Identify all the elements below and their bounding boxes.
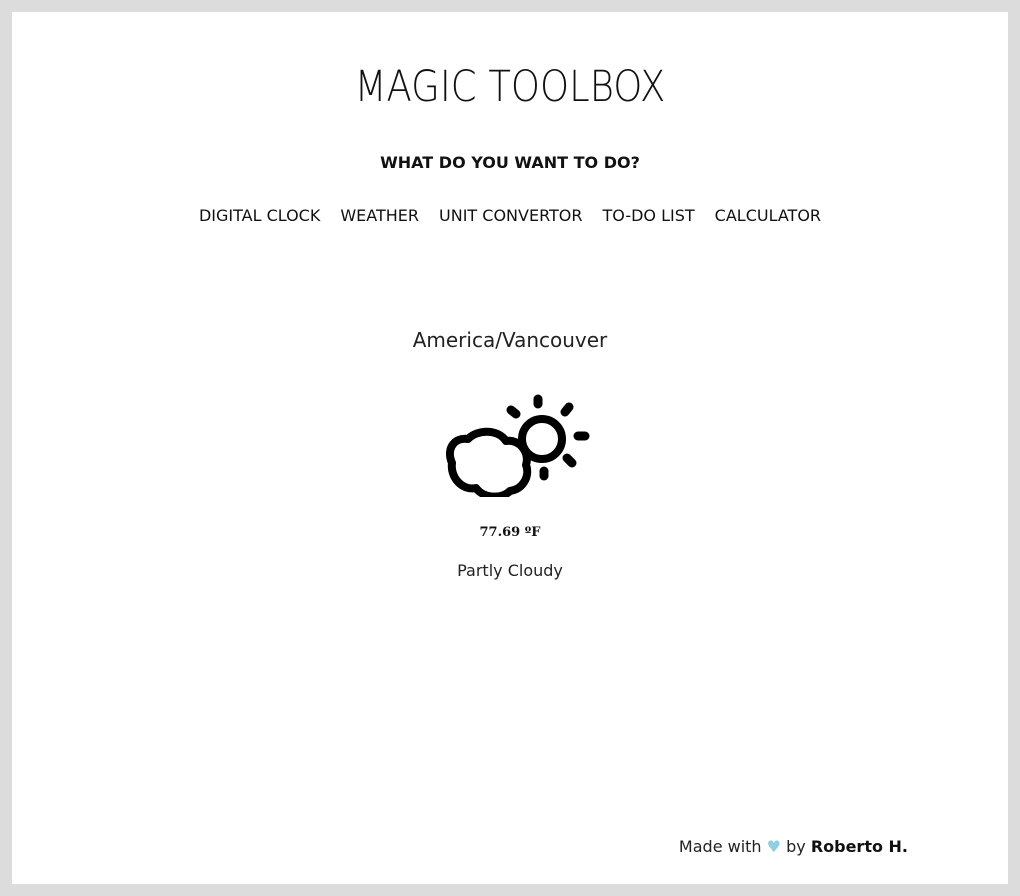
page-panel: MAGIC TOOLBOX WHAT DO YOU WANT TO DO? DI… [12,12,1008,884]
footer-made-with: Made with [678,837,762,856]
nav-todo-list[interactable]: TO-DO LIST [603,206,695,225]
nav-digital-clock[interactable]: DIGITAL CLOCK [199,206,320,225]
nav-weather[interactable]: WEATHER [340,206,419,225]
temperature-readout: 77.69 ºF [479,525,541,540]
footer-credit: Made with ♥ by Roberto H. [679,837,908,856]
weather-condition: Partly Cloudy [457,561,563,580]
author-name[interactable]: Roberto H. [811,837,908,856]
heart-icon: ♥ [766,837,781,856]
partly-cloudy-icon [446,394,590,497]
tool-prompt: WHAT DO YOU WANT TO DO? [380,153,640,172]
tool-nav: DIGITAL CLOCK WEATHER UNIT CONVERTOR TO-… [12,206,1008,225]
page-title: MAGIC TOOLBOX [354,62,666,112]
footer-by: by [786,837,806,856]
nav-calculator[interactable]: CALCULATOR [715,206,821,225]
nav-unit-convertor[interactable]: UNIT CONVERTOR [439,206,582,225]
weather-location: America/Vancouver [412,328,608,352]
